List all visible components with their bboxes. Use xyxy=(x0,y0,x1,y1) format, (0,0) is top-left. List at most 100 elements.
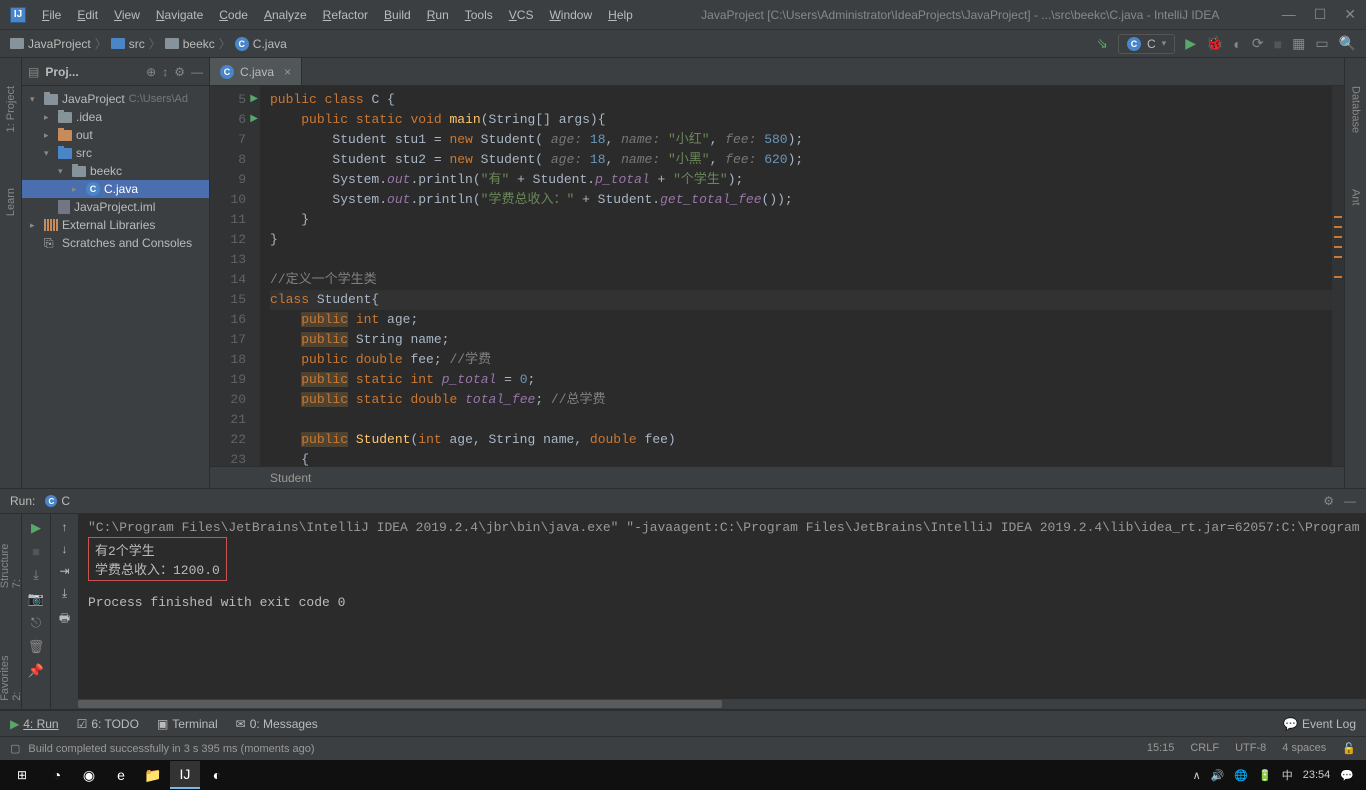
favorites-tool-button[interactable]: 2: Favorites xyxy=(0,636,25,709)
menu-code[interactable]: Code xyxy=(213,4,254,26)
menu-navigate[interactable]: Navigate xyxy=(150,4,209,26)
file-encoding[interactable]: UTF-8 xyxy=(1235,742,1266,755)
tree-item[interactable]: ▸.idea xyxy=(22,108,209,126)
tool-button[interactable]: 1: Project xyxy=(3,78,19,140)
task-edge[interactable]: e xyxy=(106,761,136,789)
editor-gutter[interactable]: ▶5▶67891011121314151617181920212223 xyxy=(210,86,260,466)
menu-refactor[interactable]: Refactor xyxy=(317,4,374,26)
tool-button[interactable]: Learn xyxy=(3,180,19,224)
system-tray[interactable]: ∧ 🔊 🌐 🔋 中 23:54 💬 xyxy=(1193,767,1362,783)
tray-volume-icon[interactable]: 🔊 xyxy=(1211,769,1225,782)
error-stripe[interactable] xyxy=(1332,86,1344,466)
tree-item[interactable]: ▸out xyxy=(22,126,209,144)
close-button[interactable]: ✕ xyxy=(1344,6,1356,23)
project-tree[interactable]: ▾JavaProject C:\Users\Ad▸.idea▸out▾src▾b… xyxy=(22,86,209,256)
messages-tab[interactable]: ✉0: Messages xyxy=(236,717,318,731)
tool-window-quick-access[interactable]: ▢ xyxy=(10,742,20,755)
start-button[interactable]: ⊞ xyxy=(4,761,40,789)
down-button[interactable]: ↓ xyxy=(62,542,68,556)
task-intellij[interactable]: IJ xyxy=(170,761,200,789)
stop-button[interactable]: ■ xyxy=(1274,36,1282,52)
editor-tab-cjava[interactable]: C C.java × xyxy=(210,58,302,85)
menu-run[interactable]: Run xyxy=(421,4,455,26)
menu-vcs[interactable]: VCS xyxy=(503,4,540,26)
up-button[interactable]: ↑ xyxy=(62,520,68,534)
clock[interactable]: 23:54 xyxy=(1303,769,1331,781)
menu-view[interactable]: View xyxy=(108,4,146,26)
todo-tab[interactable]: ☑6: TODO xyxy=(77,717,139,731)
tray-battery-icon[interactable]: 🔋 xyxy=(1258,769,1272,782)
menu-build[interactable]: Build xyxy=(378,4,417,26)
attach-button[interactable]: ⤓ xyxy=(33,567,39,583)
run-button[interactable]: ▶ xyxy=(1185,35,1196,52)
close-tab-icon[interactable]: × xyxy=(284,65,291,79)
build-icon[interactable]: ⇘ xyxy=(1096,35,1108,52)
profile-button[interactable]: ⟳ xyxy=(1252,35,1264,52)
breadcrumb-item[interactable]: src xyxy=(111,37,145,51)
print-button[interactable]: 🖶 xyxy=(59,609,70,630)
gear-icon[interactable]: ⚙ xyxy=(1323,494,1334,508)
breadcrumb-item[interactable]: JavaProject xyxy=(10,37,91,51)
tree-item[interactable]: ▸External Libraries xyxy=(22,216,209,234)
scrollbar-horizontal[interactable] xyxy=(78,699,1366,709)
menu-tools[interactable]: Tools xyxy=(459,4,499,26)
tree-item[interactable]: ▾src xyxy=(22,144,209,162)
breadcrumb-item[interactable]: beekc xyxy=(165,37,215,51)
tree-item[interactable]: ▾beekc xyxy=(22,162,209,180)
event-log-tab[interactable]: 💬Event Log xyxy=(1283,717,1356,731)
menu-help[interactable]: Help xyxy=(602,4,639,26)
task-item[interactable]: ◐ xyxy=(202,761,232,789)
select-opened-file-icon[interactable]: ⊕ xyxy=(146,65,156,79)
gear-icon[interactable]: ⚙ xyxy=(174,65,185,79)
project-view-icon[interactable]: ▤ xyxy=(28,65,39,79)
menu-window[interactable]: Window xyxy=(543,4,598,26)
nav-icon-1[interactable]: ▦ xyxy=(1292,35,1305,52)
task-item[interactable]: ◔ xyxy=(42,761,72,789)
readonly-toggle[interactable]: 🔓 xyxy=(1342,742,1356,755)
dump-button[interactable]: 📷 xyxy=(28,591,44,607)
tray-network-icon[interactable]: 🌐 xyxy=(1234,769,1248,782)
menu-analyze[interactable]: Analyze xyxy=(258,4,313,26)
menu-edit[interactable]: Edit xyxy=(71,4,104,26)
debug-button[interactable]: 🐞 xyxy=(1206,35,1223,52)
stop-button[interactable]: ■ xyxy=(32,544,40,559)
editor-content[interactable]: ▶5▶67891011121314151617181920212223 publ… xyxy=(210,86,1344,466)
terminal-tab[interactable]: ▣Terminal xyxy=(157,717,218,731)
run-config-select[interactable]: C C ▾ xyxy=(1118,34,1175,54)
search-everywhere-button[interactable]: 🔍 xyxy=(1339,35,1356,52)
soft-wrap-button[interactable]: ⇥ xyxy=(59,564,69,578)
tray-expand-icon[interactable]: ∧ xyxy=(1193,769,1201,782)
editor-breadcrumb[interactable]: Student xyxy=(210,466,1344,488)
breadcrumb-item[interactable]: CC.java xyxy=(235,37,287,51)
task-explorer[interactable]: 📁 xyxy=(138,761,168,789)
rerun-button[interactable]: ▶ xyxy=(31,520,41,536)
code-area[interactable]: public class C { public static void main… xyxy=(260,86,1332,466)
tree-item[interactable]: ▸CC.java xyxy=(22,180,209,198)
maximize-button[interactable]: ☐ xyxy=(1314,6,1327,23)
expand-all-icon[interactable]: ↕ xyxy=(162,65,168,79)
tree-item[interactable]: JavaProject.iml xyxy=(22,198,209,216)
exit-button[interactable]: ⎋ xyxy=(31,615,41,631)
tree-item[interactable]: ⎘Scratches and Consoles xyxy=(22,234,209,252)
tool-button[interactable]: Ant xyxy=(1348,181,1364,214)
menu-file[interactable]: File xyxy=(36,4,67,26)
tree-item[interactable]: ▾JavaProject C:\Users\Ad xyxy=(22,90,209,108)
console[interactable]: "C:\Program Files\JetBrains\IntelliJ IDE… xyxy=(78,514,1366,709)
tool-button[interactable]: Database xyxy=(1348,78,1364,141)
indent-setting[interactable]: 4 spaces xyxy=(1282,742,1326,755)
notification-button[interactable]: 💬 xyxy=(1340,769,1354,782)
hide-panel-icon[interactable]: — xyxy=(1344,494,1356,508)
scroll-to-end-button[interactable]: ⤓ xyxy=(62,586,67,601)
minimize-button[interactable]: — xyxy=(1282,6,1296,23)
coverage-button[interactable]: ◐ xyxy=(1233,36,1241,52)
delete-button[interactable]: 🗑 xyxy=(28,639,45,655)
pin-button[interactable]: 📌 xyxy=(28,663,44,679)
structure-tool-button[interactable]: 7: Structure xyxy=(0,524,25,596)
hide-panel-icon[interactable]: — xyxy=(191,65,203,79)
ime-indicator[interactable]: 中 xyxy=(1282,767,1293,783)
cursor-position[interactable]: 15:15 xyxy=(1147,742,1175,755)
run-tab[interactable]: ▶4: Run xyxy=(10,717,59,731)
line-separator[interactable]: CRLF xyxy=(1190,742,1219,755)
task-chrome[interactable]: ◉ xyxy=(74,761,104,789)
run-config-display[interactable]: C C xyxy=(45,494,70,508)
